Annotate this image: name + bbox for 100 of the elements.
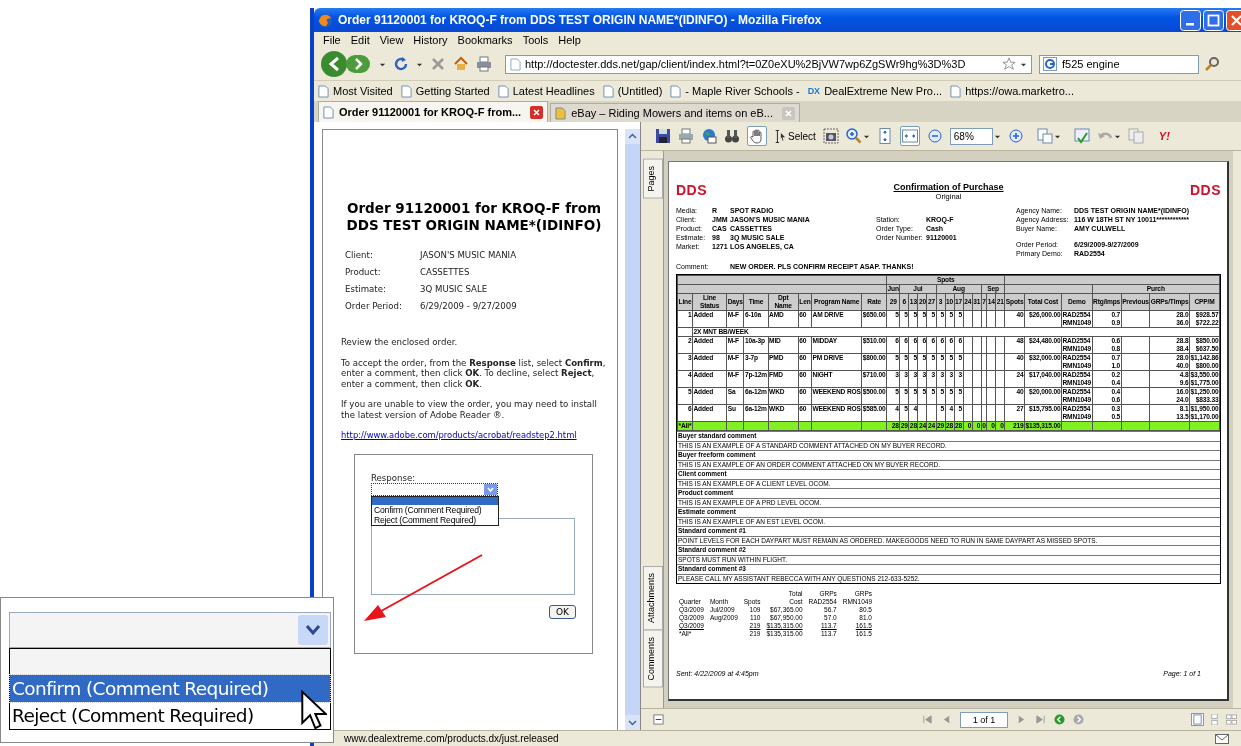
page-icon (497, 84, 509, 98)
print-icon[interactable] (678, 128, 694, 144)
menu-item[interactable]: File (318, 34, 346, 46)
bookmark-item[interactable]: - Maple River Schools - (670, 84, 800, 98)
home-icon[interactable] (453, 56, 469, 72)
dds-logo: DDS (676, 182, 708, 198)
page-icon (555, 106, 567, 120)
bookmark-item[interactable]: https://owa.marketro... (950, 84, 1074, 98)
ok-button[interactable]: OK (549, 605, 576, 619)
field-label: Product: (345, 267, 382, 277)
reload-icon[interactable] (393, 56, 409, 72)
side-tab[interactable]: Attachments (643, 566, 663, 631)
facing-pages-icon[interactable] (1226, 714, 1237, 725)
field-label: Estimate: (345, 284, 387, 294)
close-icon[interactable] (530, 105, 544, 119)
spell-check-icon[interactable] (1073, 128, 1090, 144)
page-icon (400, 84, 412, 98)
forward-icon[interactable] (1073, 714, 1084, 725)
zoom-in-icon[interactable] (1007, 128, 1024, 144)
star-icon[interactable] (1002, 57, 1016, 71)
hand-tool-button[interactable] (747, 126, 767, 146)
page-icon (318, 84, 329, 98)
response-label: Response: (371, 473, 417, 483)
bookmark-item[interactable]: DX DealExtreme New Pro... (807, 85, 943, 97)
menu-item[interactable]: Edit (345, 34, 375, 46)
next-page-icon[interactable] (1016, 714, 1027, 725)
dropdown-option[interactable]: Confirm (Comment Required) (372, 505, 498, 515)
menu-item[interactable]: Tools (517, 34, 554, 46)
search-icon[interactable] (1204, 56, 1220, 72)
adobe-link[interactable]: http://www.adobe.com/products/acrobat/readstep2.html (341, 430, 607, 440)
instruction-text: To accept the order, from the Response list, select Confirm, enter a comment, then click OK. To decline, select Reject, enter a comment, then click OK. (341, 357, 607, 389)
bookmark-item[interactable]: (Untitled) (602, 84, 663, 98)
chevron-icon[interactable] (298, 615, 328, 645)
side-tab[interactable]: Pages (643, 159, 663, 199)
field-value: 3Q MUSIC SALE (420, 284, 489, 294)
stop-icon[interactable] (430, 56, 446, 72)
field-value: 6/29/2009 - 9/27/2009 (420, 301, 518, 311)
instruction-text: Review the enclosed order. (341, 337, 459, 348)
side-tab[interactable]: Comments (643, 630, 663, 688)
menu-item[interactable]: Help (553, 34, 586, 46)
first-page-icon[interactable] (922, 714, 933, 725)
bookmark-item[interactable]: Getting Started (400, 84, 490, 98)
fit-width-button[interactable] (899, 126, 920, 146)
page-icon (670, 84, 682, 98)
zoom-field[interactable]: 68% (949, 127, 993, 145)
globe-icon (318, 12, 333, 28)
binoculars-icon[interactable] (724, 128, 740, 144)
select-tool-button[interactable]: Select (774, 128, 816, 144)
toolbar-logo[interactable]: Y! (1158, 130, 1170, 142)
close-button[interactable] (1226, 9, 1241, 31)
field-label: Order Period: (345, 301, 403, 311)
address-field[interactable]: http://doctester.dds.net/gap/client/index.html?t=0Z0eXU%2BjVW7wp6ZgSWr9hg%3D%3D (505, 54, 1032, 74)
field-value: JASON'S MUSIC MANIA (420, 250, 518, 260)
zoom-in-icon[interactable] (845, 128, 862, 144)
window-title: Order 91120001 for KROQ-F from DDS TEST ORIGIN NAME*(IDINFO) - Mozilla Firefox (338, 13, 822, 27)
scrollbar[interactable] (625, 129, 640, 730)
fit-width-icon (901, 128, 918, 144)
page-icon (602, 84, 614, 98)
back-forward-buttons[interactable] (320, 50, 372, 78)
document-title: Confirmation of Purchase (893, 182, 1004, 192)
search-field[interactable]: f525 engine (1039, 54, 1199, 74)
dropdown-option[interactable]: Reject (Comment Required) (10, 702, 330, 729)
menu-item[interactable]: History (408, 34, 453, 46)
zoom-out-icon[interactable] (926, 128, 943, 144)
scrollbar[interactable] (1233, 151, 1241, 708)
scroll-up-icon[interactable] (625, 129, 640, 144)
mail-icon[interactable] (1215, 733, 1229, 744)
bookmark-item[interactable]: Most Visited (318, 84, 393, 98)
bookmark-item[interactable]: Latest Headlines (497, 84, 595, 98)
save-icon[interactable] (655, 128, 671, 144)
minimize-button[interactable] (1180, 9, 1201, 31)
print-icon[interactable] (476, 56, 492, 72)
continuous-page-icon[interactable] (1209, 714, 1220, 725)
response-dropdown[interactable] (371, 483, 498, 496)
globe-mail-icon[interactable] (701, 128, 717, 144)
back-icon[interactable] (1054, 714, 1065, 725)
last-page-icon[interactable] (1035, 714, 1046, 725)
menu-item[interactable]: View (374, 34, 409, 46)
previous-page-icon[interactable] (941, 714, 952, 725)
fit-page-icon[interactable] (876, 128, 893, 144)
hand-icon (749, 128, 765, 144)
single-page-icon[interactable] (1192, 714, 1203, 725)
scroll-down-icon[interactable] (625, 715, 640, 730)
page-icon (950, 84, 962, 98)
search-engine-icon[interactable] (1043, 57, 1057, 71)
options-icon[interactable] (653, 714, 664, 725)
dropdown-option[interactable]: Confirm (Comment Required) (10, 675, 330, 702)
instruction-text: If you are unable to view the order, you may need to install the latest version of Adobe Reader ®. (341, 399, 598, 420)
chevron-icon[interactable] (484, 484, 497, 495)
maximize-button[interactable] (1203, 9, 1224, 31)
page-icon (510, 57, 521, 71)
dropdown-option[interactable]: Reject (Comment Required) (372, 515, 498, 525)
browser-tab[interactable]: eBay – Riding Mowers and items on eB... (550, 103, 800, 122)
text-cursor-icon (774, 128, 786, 144)
camera-icon[interactable] (822, 128, 839, 144)
status-text: www.dealextreme.com/products.dx/just.released (344, 733, 559, 744)
menu-item[interactable]: Bookmarks (452, 34, 518, 46)
page-field[interactable]: 1 of 1 (960, 711, 1008, 728)
dds-logo: DDS (1189, 182, 1221, 198)
browser-tab[interactable]: Order 91120001 for KROQ-F from... (318, 101, 549, 122)
